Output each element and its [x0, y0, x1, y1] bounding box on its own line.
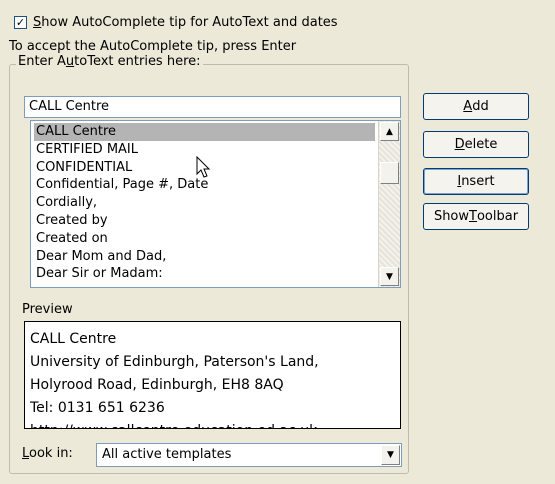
- scroll-down-icon[interactable]: ▼: [380, 267, 399, 286]
- list-item[interactable]: Created by: [34, 212, 375, 230]
- show-toolbar-button[interactable]: Show Toolbar: [423, 203, 529, 230]
- preview-label: Preview: [22, 302, 73, 317]
- check-mark-icon: ✓: [15, 15, 26, 29]
- preview-line: Tel: 0131 651 6236: [30, 400, 165, 416]
- list-item[interactable]: Dear Sir or Madam:: [34, 265, 375, 283]
- preview-line: http://www.callcentre.education.ed.ac.uk: [30, 420, 400, 428]
- scroll-thumb[interactable]: [380, 162, 399, 184]
- autotext-list[interactable]: CALL Centre CERTIFIED MAIL CONFIDENTIAL Con…: [30, 120, 401, 288]
- delete-button[interactable]: Delete: [423, 131, 529, 158]
- group-label: Enter AutoText entries here:: [16, 54, 203, 69]
- checkbox-box[interactable]: ✓: [14, 15, 27, 29]
- list-scrollbar[interactable]: ▲ ▼: [378, 121, 400, 287]
- preview-line: University of Edinburgh, Paterson's Land…: [30, 354, 319, 370]
- checkbox-label: Show AutoComplete tip for AutoText and d…: [33, 14, 338, 30]
- insert-button[interactable]: Insert: [423, 168, 529, 195]
- look-in-label: Look in:: [22, 446, 73, 461]
- mouse-pointer-icon: [196, 156, 211, 178]
- chevron-down-icon[interactable]: ▼: [381, 445, 400, 465]
- list-item[interactable]: Created on: [34, 230, 375, 248]
- list-item[interactable]: Cordially,: [34, 194, 375, 212]
- look-in-select[interactable]: All active templates ▼: [96, 443, 402, 467]
- preview-line: Holyrood Road, Edinburgh, EH8 8AQ: [30, 377, 284, 393]
- add-button[interactable]: Add: [423, 93, 529, 120]
- preview-box: CALL Centre University of Edinburgh, Pate…: [24, 321, 401, 429]
- preview-line: CALL Centre: [30, 331, 117, 347]
- list-item[interactable]: Dear Mom and Dad,: [34, 248, 375, 266]
- autocomplete-hint: To accept the AutoComplete tip, press En…: [9, 39, 297, 54]
- show-autocomplete-checkbox[interactable]: ✓ Show AutoComplete tip for AutoText and…: [14, 13, 338, 31]
- autotext-entry-input[interactable]: CALL Centre: [24, 96, 401, 118]
- scroll-up-icon[interactable]: ▲: [380, 122, 399, 141]
- look-in-value: All active templates: [102, 447, 232, 462]
- list-item[interactable]: CALL Centre: [34, 123, 375, 141]
